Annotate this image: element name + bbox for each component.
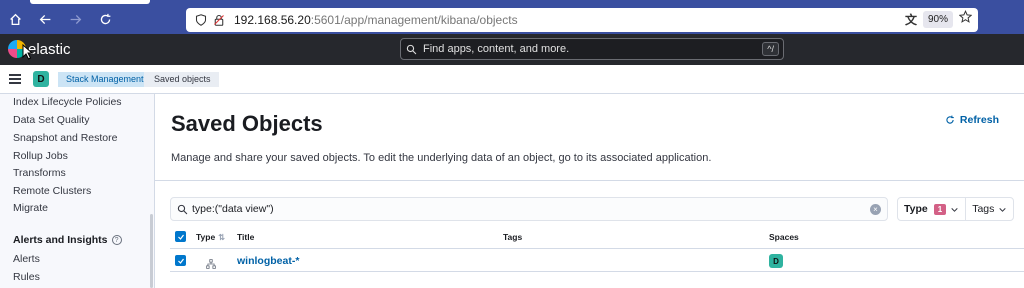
refresh-icon bbox=[946, 115, 954, 124]
elastic-logo[interactable]: elastic bbox=[8, 40, 71, 58]
breadcrumb-bar: D Stack Management Saved objects bbox=[0, 65, 1024, 94]
menu-hamburger-icon[interactable] bbox=[9, 74, 21, 84]
search-icon bbox=[177, 204, 188, 215]
sidebar-item-data-set-quality[interactable]: Data Set Quality bbox=[13, 114, 89, 126]
refresh-label: Refresh bbox=[959, 114, 999, 126]
sidebar-item-remote-clusters[interactable]: Remote Clusters bbox=[13, 185, 91, 197]
forward-arrow-icon[interactable] bbox=[64, 8, 86, 30]
refresh-button[interactable]: Refresh bbox=[945, 114, 999, 126]
table-header: Type ⇅ Title Tags Spaces bbox=[170, 227, 1024, 247]
global-search[interactable]: Find apps, content, and more. ^/ bbox=[400, 38, 784, 60]
home-icon[interactable] bbox=[4, 8, 26, 30]
sort-icon: ⇅ bbox=[218, 232, 225, 242]
sidebar-item-index-lifecycle-policies[interactable]: Index Lifecycle Policies bbox=[13, 96, 122, 108]
breadcrumb-stack-management[interactable]: Stack Management bbox=[58, 72, 158, 87]
sidebar-section-label: Alerts and Insights bbox=[13, 234, 108, 246]
type-filter-count-badge: 1 bbox=[933, 203, 947, 215]
url-text[interactable]: 192.168.56.20:5601/app/management/kibana… bbox=[234, 13, 518, 27]
sidebar-scrollbar[interactable] bbox=[150, 214, 153, 288]
tags-filter-label: Tags bbox=[972, 203, 995, 215]
main-content: Saved Objects Refresh Manage and share y… bbox=[155, 94, 1024, 288]
bookmark-star-icon[interactable] bbox=[958, 10, 973, 28]
chevron-down-icon bbox=[998, 205, 1007, 214]
sidebar-item-migrate[interactable]: Migrate bbox=[13, 202, 48, 214]
url-host: 192.168.56.20 bbox=[234, 13, 311, 27]
column-header-tags: Tags bbox=[503, 232, 523, 242]
type-filter-button[interactable]: Type 1 bbox=[898, 198, 967, 220]
table-row[interactable]: winlogbeat-* D bbox=[170, 248, 1024, 272]
column-header-title[interactable]: Title bbox=[237, 232, 254, 242]
column-type-label: Type bbox=[196, 232, 216, 242]
translate-icon[interactable]: 文 bbox=[905, 11, 917, 28]
search-query: type:("data view") bbox=[192, 203, 274, 215]
page-title: Saved Objects bbox=[171, 111, 323, 136]
address-bar[interactable]: 192.168.56.20:5601/app/management/kibana… bbox=[186, 8, 978, 32]
clear-search-icon[interactable]: × bbox=[870, 204, 881, 215]
back-arrow-icon[interactable] bbox=[34, 8, 56, 30]
page-description: Manage and share your saved objects. To … bbox=[171, 152, 712, 164]
help-icon[interactable]: ? bbox=[111, 235, 122, 245]
kibana-header: elastic Find apps, content, and more. ^/ bbox=[0, 34, 1024, 65]
column-header-spaces: Spaces bbox=[769, 232, 799, 242]
breadcrumb-saved-objects: Saved objects bbox=[144, 72, 219, 87]
lock-warning-icon[interactable] bbox=[210, 11, 228, 29]
checkbox-checked-icon bbox=[175, 231, 186, 242]
row-checkbox[interactable] bbox=[175, 255, 186, 266]
sidebar-item-transforms[interactable]: Transforms bbox=[13, 167, 66, 179]
saved-objects-search-input[interactable]: type:("data view") × bbox=[170, 197, 888, 221]
url-path: :5601/app/management/kibana/objects bbox=[310, 13, 518, 27]
sidebar-item-alerts[interactable]: Alerts bbox=[13, 253, 40, 265]
header-divider bbox=[155, 180, 1024, 181]
tags-filter-button[interactable]: Tags bbox=[966, 198, 1013, 220]
checkbox-checked-icon bbox=[175, 255, 186, 266]
zoom-level[interactable]: 90% bbox=[922, 10, 953, 28]
search-icon bbox=[406, 44, 420, 55]
sidebar-item-rules[interactable]: Rules bbox=[13, 271, 40, 283]
shield-icon[interactable] bbox=[192, 11, 210, 29]
sidebar-item-rollup-jobs[interactable]: Rollup Jobs bbox=[13, 150, 68, 162]
column-header-type[interactable]: Type ⇅ bbox=[196, 232, 225, 242]
search-shortcut-badge: ^/ bbox=[762, 42, 779, 56]
browser-toolbar: 192.168.56.20:5601/app/management/kibana… bbox=[0, 4, 1024, 34]
index-pattern-icon bbox=[206, 256, 216, 274]
space-avatar[interactable]: D bbox=[33, 71, 49, 87]
chevron-down-icon bbox=[950, 205, 959, 214]
row-title-link[interactable]: winlogbeat-* bbox=[237, 255, 299, 267]
mouse-pointer-icon bbox=[22, 44, 34, 60]
sidebar-section-alerts-and-insights: Alerts and Insights ? bbox=[13, 234, 122, 246]
row-space-avatar[interactable]: D bbox=[769, 254, 783, 268]
reload-icon[interactable] bbox=[94, 8, 116, 30]
logo-text: elastic bbox=[28, 40, 71, 58]
type-filter-label: Type bbox=[904, 203, 928, 215]
filter-group: Type 1 Tags bbox=[897, 197, 1014, 221]
management-sidebar: Index Lifecycle Policies Data Set Qualit… bbox=[0, 94, 155, 288]
sidebar-item-snapshot-and-restore[interactable]: Snapshot and Restore bbox=[13, 132, 118, 144]
search-placeholder: Find apps, content, and more. bbox=[423, 43, 570, 55]
select-all-checkbox[interactable] bbox=[175, 231, 186, 242]
